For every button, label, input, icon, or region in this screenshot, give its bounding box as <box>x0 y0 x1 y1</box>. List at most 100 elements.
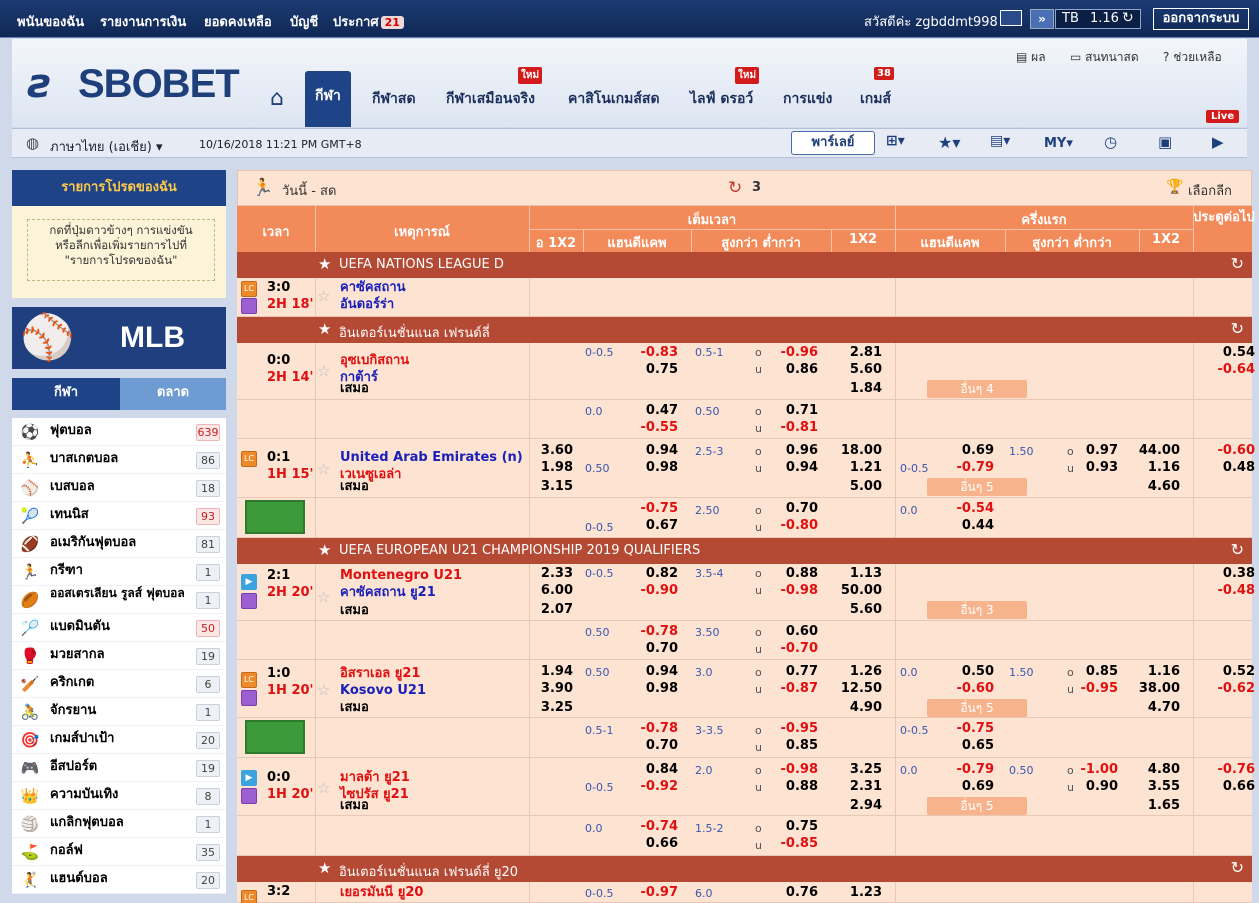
odds-value[interactable]: -0.78 <box>641 624 678 640</box>
odds-value[interactable]: 0.44 <box>962 518 994 534</box>
odds-value[interactable]: 4.60 <box>1148 479 1180 495</box>
nav-my-bets[interactable]: พนันของฉัน <box>17 11 84 32</box>
odds-value[interactable]: -0.74 <box>641 819 678 835</box>
odds-value[interactable]: -0.96 <box>781 345 818 361</box>
pitch-icon[interactable] <box>245 500 305 534</box>
odds-value[interactable]: 0.85 <box>786 738 818 754</box>
odds-value[interactable]: 1.94 <box>541 664 573 680</box>
odds-value[interactable]: 0.77 <box>786 664 818 680</box>
odds-value[interactable]: 44.00 <box>1139 443 1180 459</box>
odds-value[interactable]: -0.83 <box>641 345 678 361</box>
more-bets-button[interactable]: อื่นๆ 5 <box>927 797 1027 815</box>
sport-item[interactable]: 👑 ความบันเทิง 8 <box>12 782 226 810</box>
sport-item[interactable]: 🚴 จักรยาน 1 <box>12 698 226 726</box>
logout-button[interactable]: ออกจากระบบ <box>1153 8 1249 30</box>
favorite-star-icon[interactable]: ☆ <box>317 362 330 380</box>
odds-value[interactable]: 0.47 <box>646 403 678 419</box>
odds-value[interactable]: -0.98 <box>781 583 818 599</box>
more-bets-button[interactable]: อื่นๆ 5 <box>927 699 1027 717</box>
odds-value[interactable]: 0.88 <box>786 566 818 582</box>
sport-item[interactable]: 🎮 อีสปอร์ต 19 <box>12 754 226 782</box>
sport-item[interactable]: 🥊 มวยสากล 19 <box>12 642 226 670</box>
help-link[interactable]: ? ช่วยเหลือ <box>1163 48 1222 67</box>
tab-sports-list[interactable]: กีฬา <box>12 378 120 410</box>
odds-value[interactable]: 2.31 <box>850 779 882 795</box>
tab-live-sports[interactable]: กีฬาสด <box>372 88 416 110</box>
odds-value[interactable]: -0.85 <box>781 836 818 852</box>
odds-value[interactable]: -0.62 <box>1218 681 1255 697</box>
language-select[interactable]: ภาษาไทย (เอเชีย) ▾ <box>50 136 163 157</box>
sport-item[interactable]: 🏏 คริกเกต 6 <box>12 670 226 698</box>
odds-value[interactable]: 5.60 <box>850 602 882 618</box>
refresh-icon[interactable]: ↻ <box>1231 254 1244 273</box>
odds-value[interactable]: 12.50 <box>841 681 882 697</box>
sport-item[interactable]: ⚾ เบสบอล 18 <box>12 474 226 502</box>
favorite-star-icon[interactable]: ★ <box>318 859 331 877</box>
odds-value[interactable]: 0.60 <box>786 624 818 640</box>
odds-value[interactable]: 0.94 <box>646 443 678 459</box>
odds-value[interactable]: -0.98 <box>781 762 818 778</box>
odds-value[interactable]: -0.60 <box>957 681 994 697</box>
tab-market[interactable]: ตลาด <box>120 378 226 410</box>
favorite-star-icon[interactable]: ★▾ <box>938 133 960 153</box>
tab-live-draw[interactable]: ไลฟ์ ดรอว์ <box>690 88 753 110</box>
odds-value[interactable]: 0.96 <box>786 443 818 459</box>
odds-value[interactable]: 0.66 <box>646 836 678 852</box>
sport-item[interactable]: 🎯 เกมส์ปาเป้า 20 <box>12 726 226 754</box>
odds-value[interactable]: 50.00 <box>841 583 882 599</box>
stats-icon[interactable] <box>241 298 257 314</box>
nav-balance[interactable]: ยอดคงเหลือ <box>204 11 272 32</box>
stats-icon[interactable] <box>241 788 257 804</box>
parlay-button[interactable]: พาร์เลย์ <box>791 131 875 155</box>
odds-value[interactable]: -0.95 <box>1081 681 1118 697</box>
odds-value[interactable]: -0.80 <box>781 518 818 534</box>
stats-icon[interactable] <box>241 690 257 706</box>
odds-value[interactable]: -0.79 <box>957 762 994 778</box>
refresh-balance-icon[interactable]: ↻ <box>1122 10 1134 26</box>
odds-value[interactable]: 5.00 <box>850 479 882 495</box>
draw-label[interactable]: เสมอ <box>340 381 369 397</box>
odds-value[interactable]: 0.50 <box>962 664 994 680</box>
odds-value[interactable]: -0.90 <box>641 583 678 599</box>
odds-value[interactable]: 0.90 <box>1086 779 1118 795</box>
sport-item[interactable]: 🏸 แบดมินตัน 50 <box>12 614 226 642</box>
nav-account[interactable]: บัญชี <box>290 11 318 32</box>
odds-value[interactable]: 0.85 <box>1086 664 1118 680</box>
odds-value[interactable]: 0.98 <box>646 460 678 476</box>
favorite-star-icon[interactable]: ☆ <box>317 681 330 699</box>
odds-value[interactable]: -0.81 <box>781 420 818 436</box>
odds-value[interactable]: 1.65 <box>1148 798 1180 814</box>
odds-value[interactable]: 1.13 <box>850 566 882 582</box>
odds-value[interactable]: -0.55 <box>641 420 678 436</box>
monitor-icon[interactable]: ▣ <box>1158 133 1172 153</box>
odds-value[interactable]: -0.78 <box>641 721 678 737</box>
odds-value[interactable]: 3.55 <box>1148 779 1180 795</box>
pitch-icon[interactable] <box>245 720 305 754</box>
favorite-star-icon[interactable]: ☆ <box>317 460 330 478</box>
odds-value[interactable]: 0.84 <box>646 762 678 778</box>
odds-value[interactable]: -0.64 <box>1218 362 1255 378</box>
odds-value[interactable]: 6.00 <box>541 583 573 599</box>
tv-icon[interactable]: ▶ <box>241 574 257 590</box>
odds-value[interactable]: 0.71 <box>786 403 818 419</box>
odds-value[interactable]: 0.93 <box>1086 460 1118 476</box>
draw-label[interactable]: เสมอ <box>340 603 369 619</box>
sport-item[interactable]: 🏐 แกลิกฟุตบอล 1 <box>12 810 226 838</box>
stats-icon[interactable] <box>241 593 257 609</box>
odds-value[interactable]: 4.90 <box>850 700 882 716</box>
odds-value[interactable]: 5.60 <box>850 362 882 378</box>
odds-value[interactable]: -0.60 <box>1218 443 1255 459</box>
sport-item[interactable]: ⛹ บาสเกตบอล 86 <box>12 446 226 474</box>
refresh-icon[interactable]: ↻ <box>1231 319 1244 338</box>
odds-value[interactable]: 0.82 <box>646 566 678 582</box>
more-bets-button[interactable]: อื่นๆ 5 <box>927 478 1027 496</box>
draw-label[interactable]: เสมอ <box>340 700 369 716</box>
results-link[interactable]: ▤ ผล <box>1016 48 1046 67</box>
odds-value[interactable]: -0.70 <box>781 641 818 657</box>
odds-value[interactable]: -0.75 <box>957 721 994 737</box>
odds-value[interactable]: 1.26 <box>850 664 882 680</box>
odds-value[interactable]: 4.70 <box>1148 700 1180 716</box>
logo[interactable]: SBOBET <box>78 60 240 108</box>
odds-value[interactable]: -0.87 <box>781 681 818 697</box>
odds-value[interactable]: 2.07 <box>541 602 573 618</box>
